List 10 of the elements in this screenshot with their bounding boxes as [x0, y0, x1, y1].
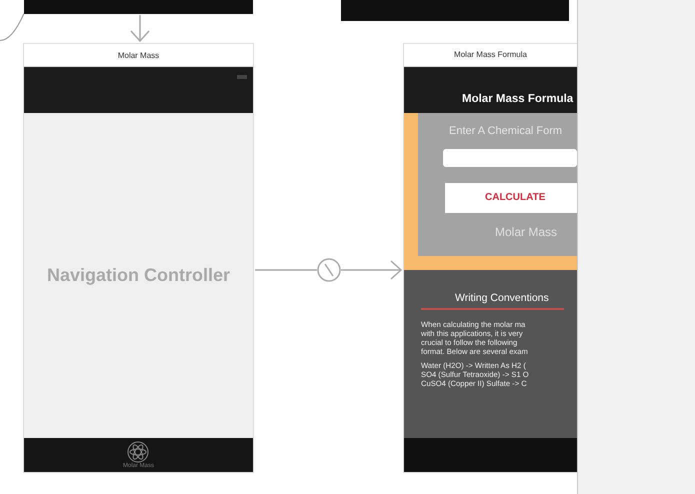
result-label: Molar Mass: [495, 224, 558, 239]
prompt-label: Enter A Chemical Form: [449, 124, 564, 137]
nav-title: Molar Mass Formula: [462, 92, 574, 105]
connection-line: [0, 13, 24, 41]
arrow-icon: [128, 14, 152, 44]
input-field[interactable]: [443, 148, 577, 167]
atom-icon: [127, 441, 150, 463]
scene-label: Navigation Controller: [46, 265, 230, 286]
section-title: Writing Conventions: [421, 292, 564, 310]
calculate-button[interactable]: CALCULATE: [445, 182, 577, 213]
